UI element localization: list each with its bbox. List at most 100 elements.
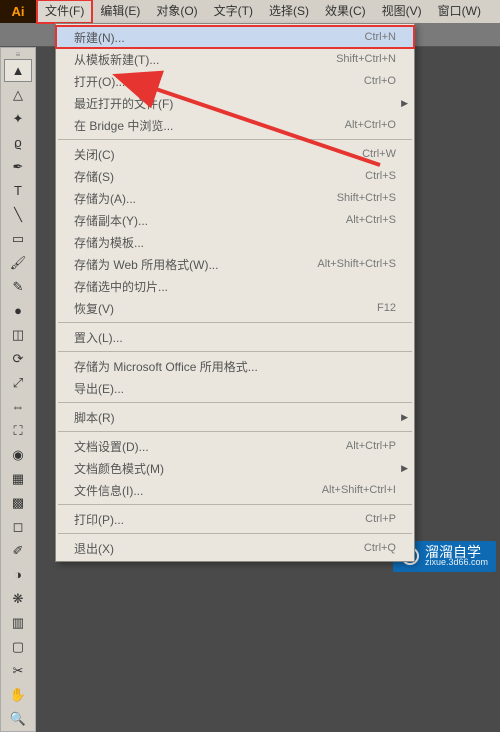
menu-entry-label: 文件信息(I)... xyxy=(74,482,322,499)
menu-entry-label: 关闭(C) xyxy=(74,146,362,163)
menu-entry-24[interactable]: 文件信息(I)...Alt+Shift+Ctrl+I xyxy=(56,479,414,501)
menu-entry-label: 存储副本(Y)... xyxy=(74,212,346,229)
paintbrush-tool[interactable]: 🖌 xyxy=(4,251,32,274)
menu-entry-label: 置入(L)... xyxy=(74,329,396,346)
app-logo: Ai xyxy=(0,0,37,23)
selection-tool[interactable]: ▲ xyxy=(4,59,32,82)
menu-item-3[interactable]: 文字(T) xyxy=(206,0,261,23)
menu-item-0[interactable]: 文件(F) xyxy=(37,0,92,23)
menu-entry-label: 存储为 Web 所用格式(W)... xyxy=(74,256,317,273)
menu-entry-shortcut: Alt+Ctrl+S xyxy=(346,214,396,226)
menu-entry-10[interactable]: 存储为模板... xyxy=(56,231,414,253)
submenu-arrow-icon: ▶ xyxy=(401,412,408,423)
direct-selection-tool[interactable]: △ xyxy=(4,83,32,106)
menu-item-2[interactable]: 对象(O) xyxy=(148,0,205,23)
menu-entry-label: 导出(E)... xyxy=(74,380,396,397)
magic-wand-tool[interactable]: ✦ xyxy=(4,107,32,130)
menu-entry-15[interactable]: 置入(L)... xyxy=(56,326,414,348)
blend-tool[interactable]: ◑ xyxy=(4,563,32,586)
menu-entry-26[interactable]: 打印(P)...Ctrl+P xyxy=(56,508,414,530)
menu-entry-shortcut: F12 xyxy=(377,302,396,314)
zoom-tool[interactable]: 🔍 xyxy=(4,707,32,730)
blob-brush-tool[interactable]: ● xyxy=(4,299,32,322)
menu-entry-20[interactable]: 脚本(R) ▶ xyxy=(56,406,414,428)
column-graph-tool[interactable]: ▥ xyxy=(4,611,32,634)
menu-entry-shortcut: Alt+Ctrl+O xyxy=(345,119,396,131)
menu-entry-label: 从模板新建(T)... xyxy=(74,51,336,68)
menu-entry-label: 打开(O)... xyxy=(74,73,364,90)
hand-tool[interactable]: ✋ xyxy=(4,683,32,706)
free-transform-tool[interactable]: ⛶ xyxy=(4,419,32,442)
panel-grip-icon: ≡ xyxy=(4,51,32,57)
menu-entry-label: 最近打开的文件(F) xyxy=(74,95,396,112)
eyedropper-tool[interactable]: ✐ xyxy=(4,539,32,562)
menu-entry-2[interactable]: 打开(O)...Ctrl+O xyxy=(56,70,414,92)
menu-entry-shortcut: Alt+Shift+Ctrl+I xyxy=(322,484,396,496)
menu-entry-12[interactable]: 存储选中的切片... xyxy=(56,275,414,297)
menu-item-5[interactable]: 效果(C) xyxy=(317,0,374,23)
menu-item-7[interactable]: 窗口(W) xyxy=(430,0,489,23)
menu-entry-label: 文档设置(D)... xyxy=(74,438,346,455)
menu-entry-shortcut: Alt+Shift+Ctrl+S xyxy=(317,258,396,270)
menu-entry-shortcut: Shift+Ctrl+N xyxy=(336,53,396,65)
type-tool[interactable]: T xyxy=(4,179,32,202)
menu-entry-7[interactable]: 存储(S)Ctrl+S xyxy=(56,165,414,187)
menu-entry-11[interactable]: 存储为 Web 所用格式(W)...Alt+Shift+Ctrl+S xyxy=(56,253,414,275)
symbol-sprayer-tool[interactable]: ❋ xyxy=(4,587,32,610)
menu-entry-label: 存储(S) xyxy=(74,168,365,185)
menu-entry-label: 脚本(R) xyxy=(74,409,396,426)
artboard-tool[interactable]: ▢ xyxy=(4,635,32,658)
tools-panel: ≡ ▲△✦ϱ✒T╲▭🖌✎●◫⟳⤢⇔⛶◉▦▩◻✐◑❋▥▢✂✋🔍 xyxy=(0,47,36,732)
menu-separator xyxy=(58,402,412,403)
rectangle-tool[interactable]: ▭ xyxy=(4,227,32,250)
watermark-subtitle: zixue.3d66.com xyxy=(425,558,488,568)
menu-entry-28[interactable]: 退出(X)Ctrl+Q xyxy=(56,537,414,559)
file-menu-dropdown: 新建(N)...Ctrl+N从模板新建(T)...Shift+Ctrl+N打开(… xyxy=(55,23,415,562)
menu-entry-label: 在 Bridge 中浏览... xyxy=(74,117,345,134)
menu-item-1[interactable]: 编辑(E) xyxy=(92,0,148,23)
menu-entry-18[interactable]: 导出(E)... xyxy=(56,377,414,399)
gradient-tool[interactable]: ◻ xyxy=(4,515,32,538)
menu-entry-shortcut: Shift+Ctrl+S xyxy=(337,192,396,204)
rotate-tool[interactable]: ⟳ xyxy=(4,347,32,370)
menu-entry-shortcut: Ctrl+S xyxy=(365,170,396,182)
slice-tool[interactable]: ✂ xyxy=(4,659,32,682)
submenu-arrow-icon: ▶ xyxy=(401,98,408,109)
menu-entry-6[interactable]: 关闭(C)Ctrl+W xyxy=(56,143,414,165)
menu-separator xyxy=(58,322,412,323)
menu-separator xyxy=(58,351,412,352)
shape-builder-tool[interactable]: ◉ xyxy=(4,443,32,466)
pencil-tool[interactable]: ✎ xyxy=(4,275,32,298)
menu-entry-4[interactable]: 在 Bridge 中浏览...Alt+Ctrl+O xyxy=(56,114,414,136)
menu-item-4[interactable]: 选择(S) xyxy=(261,0,317,23)
menu-entry-label: 存储为模板... xyxy=(74,234,396,251)
menu-entry-shortcut: Ctrl+O xyxy=(364,75,396,87)
menu-item-6[interactable]: 视图(V) xyxy=(374,0,430,23)
menu-entry-shortcut: Ctrl+P xyxy=(365,513,396,525)
pen-tool[interactable]: ✒ xyxy=(4,155,32,178)
menu-entry-shortcut: Ctrl+N xyxy=(365,31,396,43)
menu-entry-17[interactable]: 存储为 Microsoft Office 所用格式... xyxy=(56,355,414,377)
menu-entry-label: 存储为 Microsoft Office 所用格式... xyxy=(74,358,396,375)
perspective-grid-tool[interactable]: ▦ xyxy=(4,467,32,490)
menu-entry-0[interactable]: 新建(N)...Ctrl+N xyxy=(56,26,414,48)
scale-tool[interactable]: ⤢ xyxy=(4,371,32,394)
menu-entry-9[interactable]: 存储副本(Y)...Alt+Ctrl+S xyxy=(56,209,414,231)
lasso-tool[interactable]: ϱ xyxy=(4,131,32,154)
menu-entry-3[interactable]: 最近打开的文件(F) ▶ xyxy=(56,92,414,114)
menu-entry-label: 新建(N)... xyxy=(74,29,365,46)
width-tool[interactable]: ⇔ xyxy=(4,395,32,418)
mesh-tool[interactable]: ▩ xyxy=(4,491,32,514)
menubar: Ai 文件(F)编辑(E)对象(O)文字(T)选择(S)效果(C)视图(V)窗口… xyxy=(0,0,500,23)
menu-entry-8[interactable]: 存储为(A)...Shift+Ctrl+S xyxy=(56,187,414,209)
eraser-tool[interactable]: ◫ xyxy=(4,323,32,346)
menu-separator xyxy=(58,139,412,140)
menu-entry-label: 打印(P)... xyxy=(74,511,365,528)
menu-separator xyxy=(58,504,412,505)
menu-entry-label: 恢复(V) xyxy=(74,300,377,317)
menu-entry-1[interactable]: 从模板新建(T)...Shift+Ctrl+N xyxy=(56,48,414,70)
menu-entry-13[interactable]: 恢复(V)F12 xyxy=(56,297,414,319)
menu-entry-22[interactable]: 文档设置(D)...Alt+Ctrl+P xyxy=(56,435,414,457)
menu-entry-23[interactable]: 文档颜色模式(M)▶ xyxy=(56,457,414,479)
line-tool[interactable]: ╲ xyxy=(4,203,32,226)
